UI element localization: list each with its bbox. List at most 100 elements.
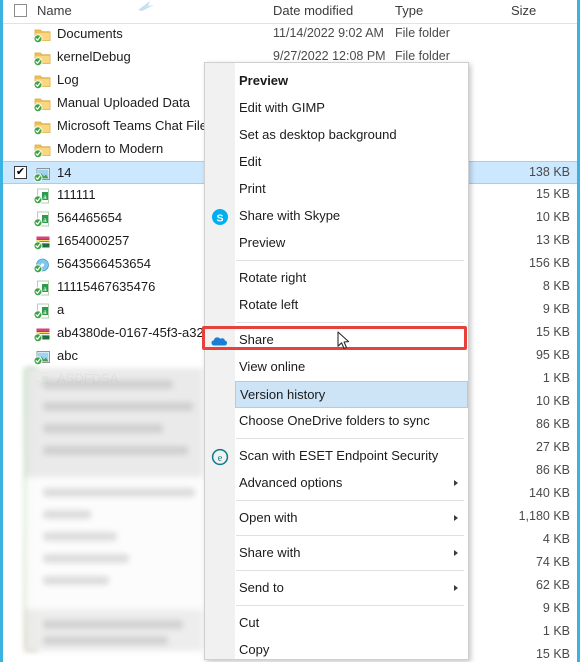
column-header-name[interactable]: Name — [37, 3, 72, 18]
svg-text:S: S — [216, 212, 223, 224]
column-header-date-modified[interactable]: Date modified — [273, 3, 353, 18]
menu-item-label: Advanced options — [239, 475, 343, 490]
file-name: kernelDebug — [57, 49, 131, 64]
archive-file-synced-icon — [34, 236, 50, 250]
excel-file-synced-icon: a — [34, 188, 49, 204]
file-date-modified: 9/27/2022 12:08 PM — [273, 49, 386, 63]
menu-item-rotate-right[interactable]: Rotate right — [235, 265, 468, 292]
file-name: a — [57, 302, 65, 317]
excel-file-synced-icon: a — [34, 211, 49, 227]
menu-item-label: Choose OneDrive folders to sync — [239, 413, 430, 428]
submenu-chevron-icon — [454, 480, 458, 486]
file-name: abc — [57, 348, 78, 363]
menu-item-label: Scan with ESET Endpoint Security — [239, 448, 439, 463]
menu-item-copy[interactable]: Copy — [235, 637, 468, 662]
file-size: 74 KB — [535, 555, 570, 569]
file-type: File folder — [395, 49, 450, 63]
menu-item-set-as-desktop-background[interactable]: Set as desktop background — [235, 122, 468, 149]
file-name: 5643566453654 — [57, 256, 151, 271]
menu-item-share-with-skype[interactable]: Share with Skype — [235, 203, 468, 230]
file-name: Microsoft Teams Chat Files — [57, 118, 214, 133]
media-file-synced-icon — [34, 258, 49, 273]
table-row[interactable]: ✔Documents11/14/2022 9:02 AMFile folder — [3, 23, 577, 46]
file-size: 4 KB — [542, 532, 570, 546]
file-size: 140 KB — [528, 486, 570, 500]
cursor-artifact-icon — [138, 1, 154, 11]
menu-item-advanced-options[interactable]: Advanced options — [235, 470, 468, 497]
column-header-size[interactable]: Size — [511, 3, 536, 18]
skype-icon: S — [212, 209, 228, 225]
folder-synced-icon — [34, 75, 51, 89]
menu-item-label: Version history — [240, 387, 326, 402]
file-name: 14 — [57, 165, 72, 180]
menu-item-label: Print — [239, 181, 266, 196]
file-size: 15 KB — [535, 325, 570, 339]
file-size: 13 KB — [535, 233, 570, 247]
menu-separator — [236, 570, 464, 571]
menu-separator — [236, 322, 464, 323]
menu-item-choose-onedrive-folders-to-sync[interactable]: Choose OneDrive folders to sync — [235, 408, 468, 435]
menu-item-version-history[interactable]: Version history — [235, 381, 468, 408]
menu-item-open-with[interactable]: Open with — [235, 505, 468, 532]
menu-item-cut[interactable]: Cut — [235, 610, 468, 637]
menu-item-print[interactable]: Print — [235, 176, 468, 203]
menu-item-edit[interactable]: Edit — [235, 149, 468, 176]
menu-separator — [236, 260, 464, 261]
file-name: 1654000257 — [57, 233, 130, 248]
menu-item-label: View online — [239, 359, 306, 374]
column-header-type[interactable]: Type — [395, 3, 423, 18]
column-header-row: Name Date modified Type Size — [3, 0, 577, 24]
menu-item-label: Share with — [239, 545, 301, 560]
file-size: 10 KB — [535, 394, 570, 408]
menu-item-label: Preview — [239, 73, 289, 88]
menu-item-label: Cut — [239, 615, 260, 630]
folder-synced-icon — [34, 121, 51, 135]
folder-synced-icon — [34, 52, 51, 66]
image-file-synced-icon — [34, 168, 50, 182]
svg-text:e: e — [218, 453, 223, 464]
menu-item-send-to[interactable]: Send to — [235, 575, 468, 602]
menu-item-share-with[interactable]: Share with — [235, 540, 468, 567]
menu-item-preview[interactable]: Preview — [235, 230, 468, 257]
file-name: ASDFDSA — [57, 371, 119, 386]
menu-item-preview[interactable]: Preview — [235, 68, 468, 95]
file-size: 95 KB — [535, 348, 570, 362]
context-menu-icon-gutter — [205, 63, 235, 659]
file-size: 138 KB — [528, 165, 570, 179]
file-size: 62 KB — [535, 578, 570, 592]
submenu-chevron-icon — [454, 515, 458, 521]
menu-item-scan-with-eset-endpoint-security[interactable]: Scan with ESET Endpoint Security — [235, 443, 468, 470]
menu-separator — [236, 500, 464, 501]
menu-item-label: Edit with GIMP — [239, 100, 325, 115]
mouse-cursor-icon — [337, 331, 350, 349]
menu-item-label: Copy — [239, 642, 270, 657]
file-name: 11115467635476 — [57, 279, 156, 294]
file-date-modified: 11/14/2022 9:02 AM — [273, 26, 384, 40]
file-size: 15 KB — [535, 187, 570, 201]
menu-item-label: Share with Skype — [239, 208, 341, 223]
excel-file-synced-icon: a — [34, 280, 49, 296]
file-name: Log — [57, 72, 79, 87]
menu-separator — [236, 438, 464, 439]
excel-file-synced-icon: a — [34, 303, 49, 319]
menu-item-view-online[interactable]: View online — [235, 354, 468, 381]
menu-item-label: Preview — [239, 235, 286, 250]
submenu-chevron-icon — [454, 585, 458, 591]
menu-item-rotate-left[interactable]: Rotate left — [235, 292, 468, 319]
eset-icon: e — [211, 448, 229, 466]
file-size: 27 KB — [535, 440, 570, 454]
menu-item-edit-with-gimp[interactable]: Edit with GIMP — [235, 95, 468, 122]
select-all-checkbox[interactable] — [14, 4, 27, 17]
file-name: Manual Uploaded Data — [57, 95, 190, 110]
file-size: 1 KB — [542, 624, 570, 638]
file-name: 111111 — [57, 187, 96, 202]
row-checkbox[interactable]: ✔ — [14, 166, 27, 179]
screenshot-frame: Name Date modified Type Size ✔ Documents 1… — [0, 0, 580, 662]
context-menu: Preview Edit with GIMP Set as desktop back… — [204, 62, 469, 660]
folder-synced-icon — [34, 144, 51, 158]
menu-item-label: Rotate right — [239, 270, 307, 285]
file-size: 9 KB — [542, 601, 570, 615]
archive-file-synced-icon — [34, 328, 50, 342]
file-size: 1,180 KB — [518, 509, 570, 523]
annotation-highlight-box — [202, 326, 467, 350]
